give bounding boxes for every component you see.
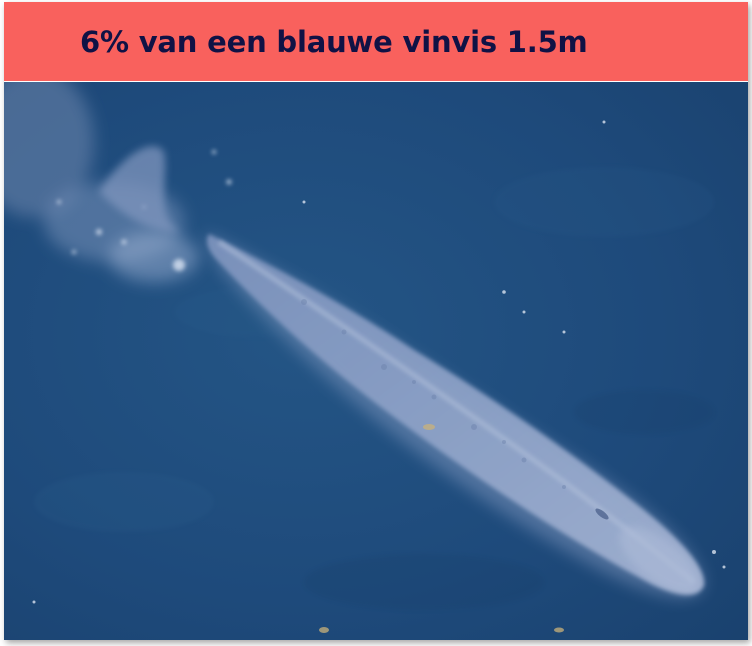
whale-photo-graphic	[4, 82, 748, 640]
whale-photo	[4, 82, 748, 640]
slide: 6% van een blauwe vinvis 1.5m	[4, 2, 748, 640]
banner-title: 6% van een blauwe vinvis 1.5m	[80, 24, 588, 59]
title-banner: 6% van een blauwe vinvis 1.5m	[4, 2, 748, 81]
